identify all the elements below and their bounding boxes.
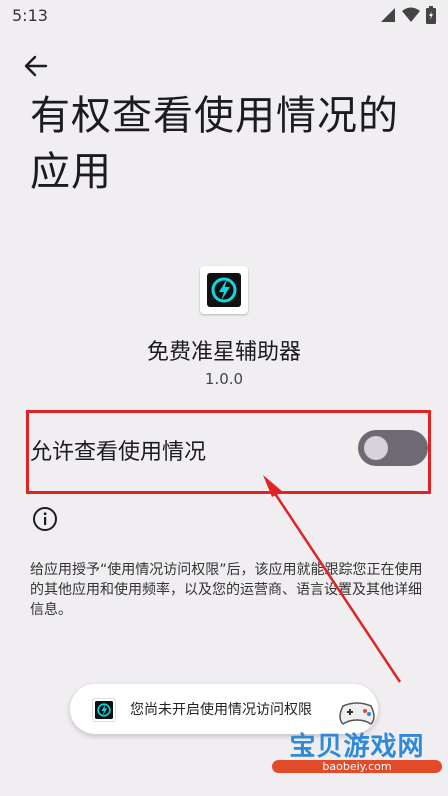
gamepad-icon [339, 702, 375, 725]
toast-app-icon [92, 698, 116, 722]
app-version: 1.0.0 [204, 370, 244, 388]
battery-icon [426, 6, 436, 24]
wifi-icon [402, 7, 420, 22]
status-time: 5:13 [12, 6, 48, 25]
status-bar: 5:13 [0, 0, 448, 32]
status-icons [380, 6, 436, 24]
page-title: 有权查看使用情况的应用 [30, 93, 399, 195]
app-name: 免费准星辅助器 [146, 340, 301, 365]
watermark-url: baobeiy.com [272, 760, 442, 773]
back-arrow-icon [24, 55, 48, 77]
app-icon [200, 266, 248, 314]
permission-description: 给应用授予“使用情况访问权限”后，该应用就能跟踪您正在使用的其他应用和使用频率，… [30, 562, 423, 618]
back-button[interactable] [22, 52, 50, 80]
watermark-name: 宝贝游戏网 [289, 732, 425, 762]
signal-icon [381, 8, 395, 22]
watermark-logo: 宝贝游戏网 baobeiy.com [272, 700, 442, 790]
annotation-highlight-box [26, 410, 431, 494]
info-icon [32, 506, 58, 532]
